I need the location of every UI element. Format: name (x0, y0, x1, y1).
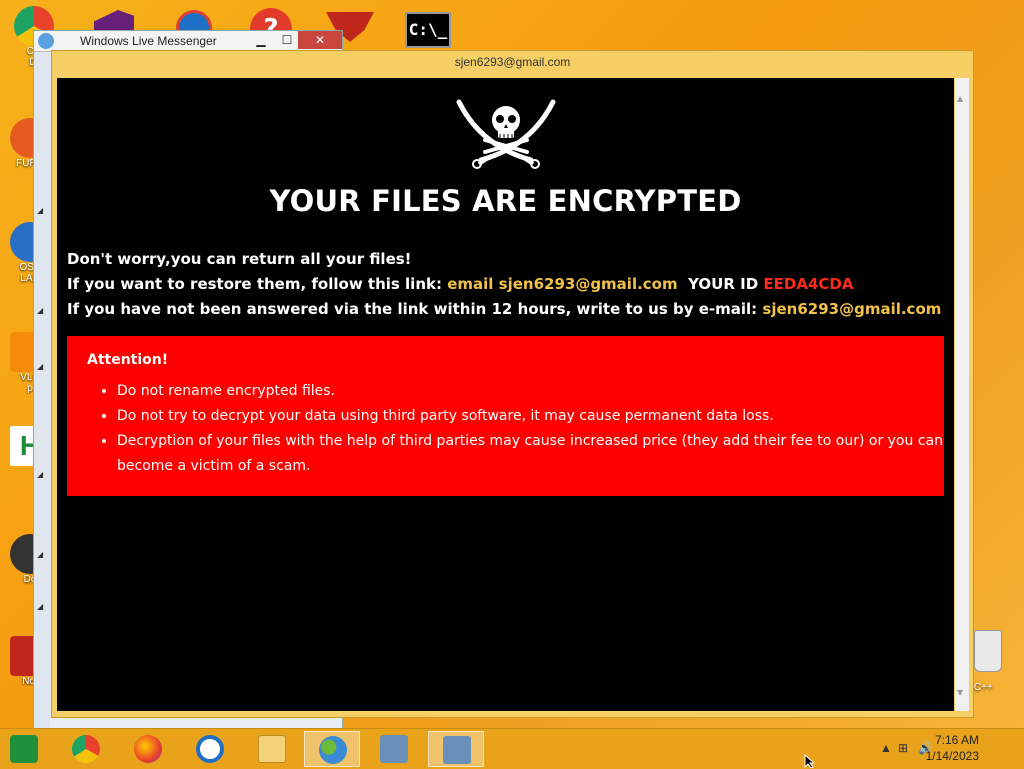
taskbar: ▲ ⊞ 🔊 7:16 AM 1/14/2023 (0, 728, 1024, 769)
triangle-icon: ◢ (37, 550, 44, 559)
close-button[interactable]: ✕ (298, 31, 342, 49)
triangle-icon: ◢ (37, 206, 44, 215)
command-prompt-icon: C:\_ (405, 12, 451, 48)
restore-instructions-line: If you want to restore them, follow this… (67, 275, 853, 293)
mouse-cursor-icon (804, 754, 816, 768)
minimize-button[interactable]: ▁ (248, 31, 274, 49)
messenger-titlebar[interactable]: Windows Live Messenger ▁ ☐ ✕ (34, 31, 342, 52)
scroll-down-icon[interactable]: ▼ (957, 688, 963, 697)
victim-id: EEDA4CDA (763, 275, 854, 293)
maximize-button[interactable]: ☐ (274, 31, 300, 49)
installer-icon (443, 736, 471, 764)
clock-date[interactable]: 1/14/2023 (926, 749, 979, 763)
desktop-icon-top-5[interactable]: C:\_ (405, 12, 453, 50)
list-item: Do not rename encrypted files. (117, 379, 947, 404)
triangle-icon: ◢ (37, 306, 44, 315)
folder-icon (258, 735, 286, 763)
restore-prefix: If you want to restore them, follow this… (67, 275, 442, 293)
messenger-icon (319, 736, 347, 764)
messenger-title: Windows Live Messenger (80, 34, 217, 48)
taskbar-installer-2[interactable] (428, 731, 484, 767)
headline: YOUR FILES ARE ENCRYPTED (269, 184, 742, 218)
taskbar-messenger[interactable] (304, 731, 360, 767)
ransom-window[interactable]: sjen6293@gmail.com YOUR FILES ARE ENCRYP… (51, 50, 974, 718)
triangle-icon: ◢ (37, 602, 44, 611)
taskbar-firefox[interactable] (120, 731, 176, 767)
triangle-icon: ◢ (37, 362, 44, 371)
app-icon (10, 735, 38, 763)
list-item: Do not try to decrypt your data using th… (117, 404, 947, 429)
app-icon (196, 735, 224, 763)
taskbar-app-1[interactable] (0, 731, 56, 767)
contact-email-link[interactable]: email sjen6293@gmail.com (447, 275, 677, 293)
attention-heading: Attention! (87, 352, 169, 368)
firefox-icon (134, 735, 162, 763)
taskbar-chrome[interactable] (58, 731, 114, 767)
clock-time[interactable]: 7:16 AM (935, 733, 979, 747)
network-icon[interactable]: ⊞ (898, 741, 908, 755)
show-hidden-icons-icon[interactable]: ▲ (880, 741, 892, 755)
taskbar-installer-1[interactable] (366, 731, 422, 767)
skull-crossed-swords-icon (456, 99, 556, 169)
vertical-scrollbar[interactable]: ▲ ▼ (955, 78, 969, 711)
attention-panel: Attention! Do not rename encrypted files… (67, 336, 944, 496)
ransom-content: YOUR FILES ARE ENCRYPTED Don't worry,you… (57, 78, 954, 711)
fallback-contact-line: If you have not been answered via the li… (67, 300, 941, 318)
installer-icon (380, 735, 408, 763)
fallback-prefix: If you have not been answered via the li… (67, 300, 758, 318)
recycle-bin-icon (974, 630, 1002, 672)
ransom-window-title: sjen6293@gmail.com (454, 55, 571, 69)
list-item: Decryption of your files with the help o… (117, 429, 947, 479)
system-tray: ▲ ⊞ 🔊 7:16 AM 1/14/2023 (864, 729, 1024, 769)
messenger-icon (38, 33, 54, 49)
reassurance-line: Don't worry,you can return all your file… (67, 250, 412, 268)
taskbar-app-4[interactable] (182, 731, 238, 767)
attention-list: Do not rename encrypted files. Do not tr… (97, 379, 947, 479)
scroll-up-icon[interactable]: ▲ (957, 94, 963, 103)
messenger-sidebar: ◢ ◢ ◢ ◢ ◢ ◢ (34, 52, 50, 731)
id-label: YOUR ID (688, 275, 759, 293)
chrome-icon (72, 735, 100, 763)
triangle-icon: ◢ (37, 470, 44, 479)
taskbar-file-explorer[interactable] (244, 731, 300, 767)
fallback-email-link[interactable]: sjen6293@gmail.com (762, 300, 941, 318)
